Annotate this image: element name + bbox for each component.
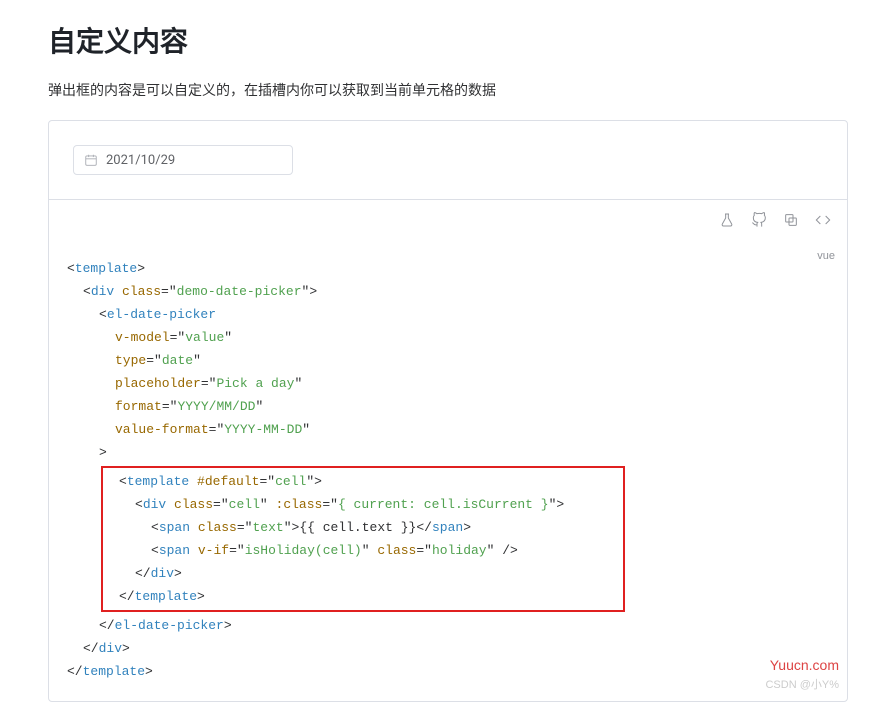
code-toolbar [49,199,847,239]
page-title: 自定义内容 [48,20,848,60]
date-picker-input[interactable]: 2021/10/29 [73,145,293,175]
watermark-author: CSDN @小Y% [765,674,839,697]
code-icon[interactable] [815,212,831,228]
github-icon[interactable] [751,212,767,228]
page-description: 弹出框的内容是可以自定义的，在插槽内你可以获取到当前单元格的数据 [48,80,848,100]
date-value: 2021/10/29 [106,153,175,168]
calendar-icon [84,153,98,167]
demo-card: 2021/10/29 vue <template> <div class="de… [48,120,848,702]
flask-icon[interactable] [719,212,735,228]
language-tag: vue [817,245,835,268]
copy-icon[interactable] [783,212,799,228]
highlighted-code: <template #default="cell"> <div class="c… [101,466,625,612]
code-block: vue <template> <div class="demo-date-pic… [49,239,847,701]
demo-preview: 2021/10/29 [49,121,847,199]
